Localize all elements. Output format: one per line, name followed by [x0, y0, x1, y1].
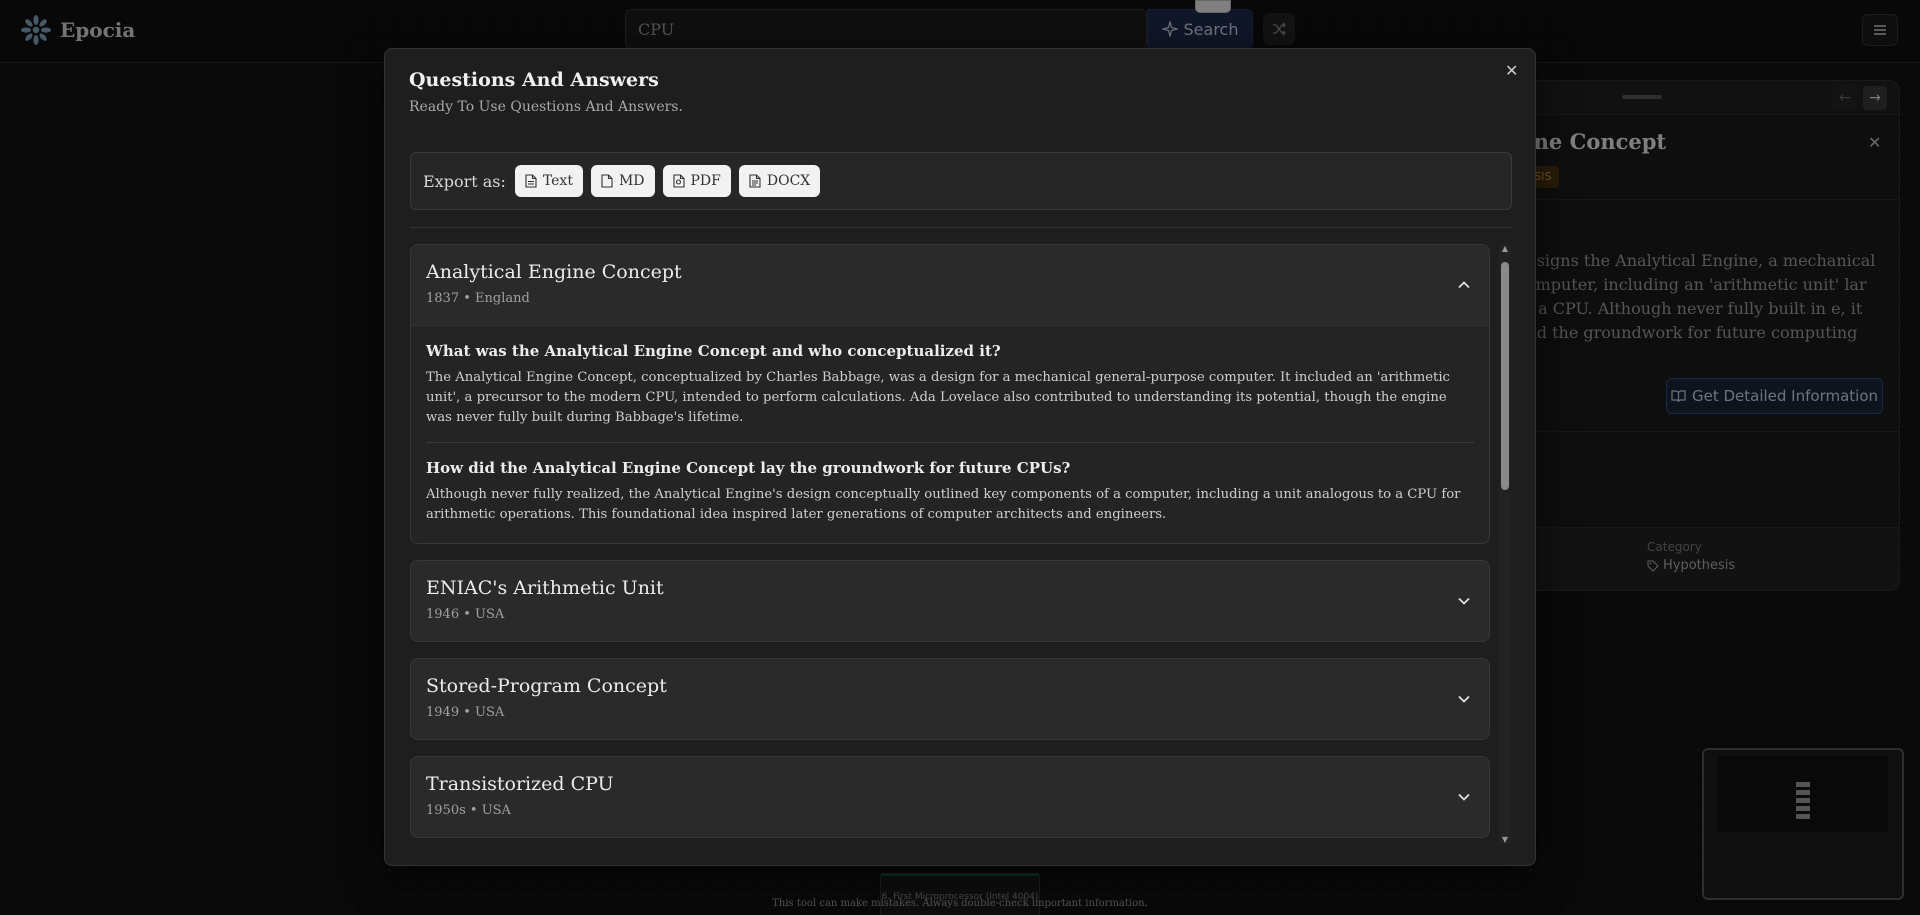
question-text: How did the Analytical Engine Concept la…	[426, 459, 1071, 477]
qa-item-header[interactable]: Stored-Program Concept 1949 • USA	[411, 659, 1489, 739]
qa-item-meta: 1949 • USA	[426, 705, 505, 720]
qa-item-meta: 1837 • England	[426, 291, 530, 306]
scroll-up-icon[interactable]: ▲	[1500, 244, 1510, 253]
scroll-thumb[interactable]	[1501, 262, 1509, 490]
export-md-button[interactable]: MD	[590, 165, 655, 197]
file-doc-icon	[749, 174, 761, 188]
export-docx-label: DOCX	[766, 173, 811, 189]
qa-item-header[interactable]: Transistorized CPU 1950s • USA	[411, 757, 1489, 837]
chevron-down-icon[interactable]	[1456, 789, 1472, 805]
qa-item: Analytical Engine Concept 1837 • England…	[410, 244, 1490, 544]
chevron-up-icon[interactable]	[1456, 277, 1472, 293]
answer-text: The Analytical Engine Concept, conceptua…	[426, 370, 1450, 425]
qa-item-body: What was the Analytical Engine Concept a…	[411, 325, 1489, 543]
qa-item-header[interactable]: Analytical Engine Concept 1837 • England	[411, 245, 1489, 325]
chevron-down-icon[interactable]	[1456, 593, 1472, 609]
qa-item: Transistorized CPU 1950s • USA	[410, 756, 1490, 838]
qa-pair: How did the Analytical Engine Concept la…	[426, 442, 1474, 525]
file-icon	[601, 174, 613, 188]
qa-item: Stored-Program Concept 1949 • USA	[410, 658, 1490, 740]
answer-text: Although never fully realized, the Analy…	[426, 487, 1461, 522]
qa-item-meta: 1946 • USA	[426, 607, 505, 622]
qa-item-meta: 1950s • USA	[426, 803, 511, 818]
export-pdf-button[interactable]: PDF	[662, 165, 731, 197]
qa-item-title: Stored-Program Concept	[426, 675, 667, 697]
modal-close-icon[interactable]: ✕	[1505, 61, 1518, 80]
file-text-icon	[525, 174, 537, 188]
export-pdf-label: PDF	[690, 173, 721, 189]
qa-pair: What was the Analytical Engine Concept a…	[426, 342, 1474, 428]
export-label: Export as:	[423, 171, 506, 191]
question-text: What was the Analytical Engine Concept a…	[426, 342, 1001, 360]
export-text-button[interactable]: Text	[514, 165, 583, 197]
qa-item-header[interactable]: ENIAC's Arithmetic Unit 1946 • USA	[411, 561, 1489, 641]
export-docx-button[interactable]: DOCX	[738, 165, 821, 197]
qa-item: ENIAC's Arithmetic Unit 1946 • USA	[410, 560, 1490, 642]
qa-item-title: ENIAC's Arithmetic Unit	[426, 577, 664, 599]
export-text-label: Text	[542, 173, 573, 189]
modal-scrollbar[interactable]: ▲ ▼	[1499, 244, 1511, 844]
questions-answers-modal: ✕ Questions And Answers Ready To Use Que…	[384, 48, 1536, 866]
qa-item-title: Transistorized CPU	[426, 773, 614, 795]
modal-title: Questions And Answers	[409, 69, 659, 91]
export-bar: Export as: Text MD PDF DOCX	[410, 152, 1512, 210]
export-md-label: MD	[618, 173, 645, 189]
qa-item-title: Analytical Engine Concept	[426, 261, 682, 283]
scroll-down-icon[interactable]: ▼	[1500, 835, 1510, 844]
divider	[410, 227, 1512, 228]
modal-subtitle: Ready To Use Questions And Answers.	[409, 99, 683, 115]
file-pdf-icon	[672, 174, 685, 188]
chevron-down-icon[interactable]	[1456, 691, 1472, 707]
qa-list[interactable]: Analytical Engine Concept 1837 • England…	[410, 244, 1497, 844]
